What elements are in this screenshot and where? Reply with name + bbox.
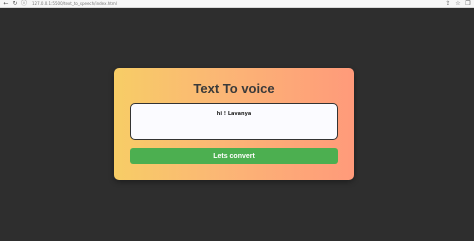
- page-title: Text To voice: [193, 81, 275, 96]
- text-input[interactable]: hi ! Lavanya: [130, 103, 338, 140]
- star-icon[interactable]: ☆: [455, 1, 461, 7]
- text-to-voice-card: Text To voice hi ! Lavanya Lets convert: [114, 68, 354, 180]
- refresh-icon[interactable]: ↻: [12, 0, 18, 7]
- address-bar[interactable]: 127.0.0.1:5500/text_to_speech/index.html: [32, 1, 117, 6]
- back-icon[interactable]: ←: [3, 0, 9, 7]
- toolbar-right: ⇪ ☆ ❐: [445, 1, 471, 7]
- collections-icon[interactable]: ❐: [465, 1, 471, 7]
- info-icon[interactable]: ⓘ: [21, 0, 27, 7]
- share-icon[interactable]: ⇪: [445, 1, 451, 7]
- browser-toolbar: ← ↻ ⓘ 127.0.0.1:5500/text_to_speech/inde…: [0, 0, 474, 8]
- convert-button[interactable]: Lets convert: [130, 148, 338, 164]
